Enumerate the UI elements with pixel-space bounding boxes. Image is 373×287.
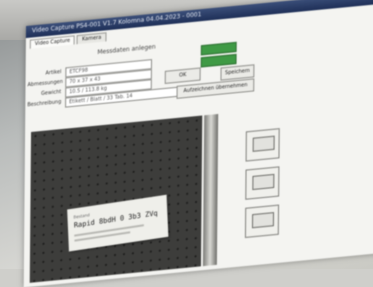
thumbnail-image [251,212,275,229]
thumbnail-image [252,135,275,152]
status-indicator-bottom [200,53,237,68]
status-indicator-top [200,41,237,56]
thumbnail-image [252,173,275,191]
scanned-label: Bestand Rapid 8bdH 0 3b3 ZVq [67,194,169,252]
thumbnail-1[interactable] [245,128,280,162]
abmessungen-label: Abmessungen [27,78,63,89]
thumbnail-3[interactable] [244,204,280,238]
device-rail [202,113,219,267]
camera-preview: Bestand Rapid 8bdH 0 3b3 ZVq [29,115,203,283]
tab-video-capture[interactable]: Video Capture [29,35,76,49]
ok-button[interactable]: OK [164,67,201,84]
artikel-label: Artikel [45,68,62,77]
gewicht-label: Gewicht [40,88,62,97]
tab-kamera[interactable]: Kamera [77,32,107,45]
beschreibung-label: Beschreibung [27,98,62,109]
thumbnail-2[interactable] [245,166,280,200]
monitor-screen: Video Capture PS4-001 V1.7 Kolomna 04.04… [23,0,373,287]
section-title: Messdaten anlegen [97,43,156,57]
